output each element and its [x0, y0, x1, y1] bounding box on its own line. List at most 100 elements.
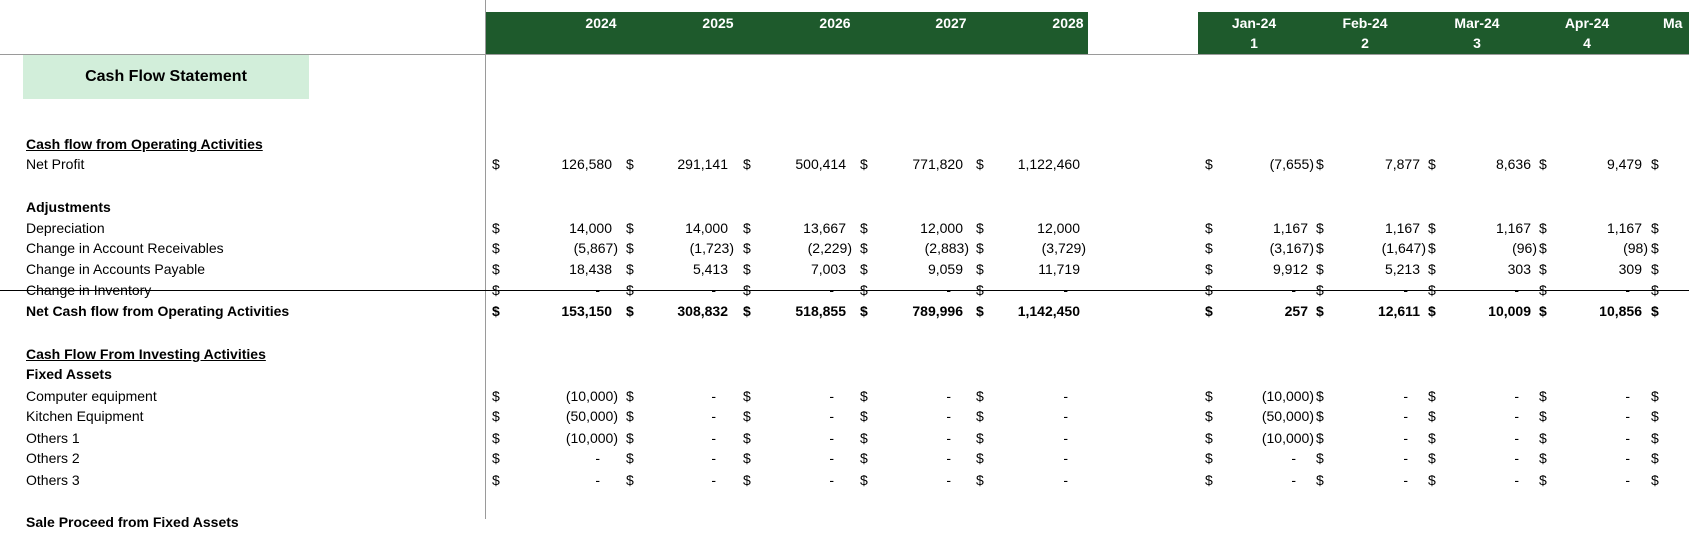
monthly-value-cell[interactable]: (3,167)	[1204, 238, 1314, 259]
annual-value-cell[interactable]: 11,719	[970, 259, 1080, 280]
annual-value-cell[interactable]: -	[958, 470, 1068, 491]
annual-value-cell[interactable]: -	[841, 406, 951, 427]
row-label[interactable]: Fixed Assets	[26, 364, 112, 385]
annual-value-cell[interactable]: -	[724, 470, 834, 491]
monthly-value-cell[interactable]: -	[1298, 280, 1408, 301]
monthly-value-cell[interactable]: 5,213	[1310, 259, 1420, 280]
row-label[interactable]: Depreciation	[26, 218, 105, 239]
annual-value-cell[interactable]: -	[841, 386, 951, 407]
annual-value-cell[interactable]: -	[606, 280, 716, 301]
annual-value-cell[interactable]: 771,820	[853, 154, 963, 175]
monthly-value-cell[interactable]: 1,167	[1532, 218, 1642, 239]
annual-value-cell[interactable]: 5,413	[618, 259, 728, 280]
monthly-value-cell[interactable]: -	[1520, 386, 1630, 407]
annual-value-cell[interactable]: 14,000	[618, 218, 728, 239]
row-label[interactable]: Change in Account Receivables	[26, 238, 224, 259]
monthly-value-cell[interactable]: -	[1520, 406, 1630, 427]
year-header-2026[interactable]: 2026	[790, 15, 880, 31]
annual-value-cell[interactable]: -	[958, 448, 1068, 469]
monthly-value-cell[interactable]: -	[1186, 280, 1296, 301]
monthly-value-cell[interactable]: -	[1409, 386, 1519, 407]
annual-value-cell[interactable]: (10,000)	[508, 386, 618, 407]
section-heading[interactable]: Cash Flow From Investing Activities	[26, 344, 266, 365]
annual-value-cell[interactable]: (2,229)	[742, 238, 852, 259]
annual-value-cell[interactable]: -	[841, 428, 951, 449]
row-label[interactable]: Others 2	[26, 448, 80, 469]
annual-value-cell[interactable]: -	[724, 448, 834, 469]
annual-value-cell[interactable]: (5,867)	[508, 238, 618, 259]
monthly-value-cell[interactable]: (1,647)	[1316, 238, 1426, 259]
row-label[interactable]: Sale Proceed from Fixed Assets	[26, 512, 239, 533]
monthly-value-cell[interactable]: (7,655)	[1204, 154, 1314, 175]
annual-value-cell[interactable]: 12,000	[853, 218, 963, 239]
monthly-value-cell[interactable]: 1,167	[1310, 218, 1420, 239]
annual-value-cell[interactable]: -	[724, 386, 834, 407]
month-header-feb[interactable]: Feb-24	[1320, 15, 1410, 31]
annual-value-cell[interactable]: 14,000	[502, 218, 612, 239]
annual-value-cell[interactable]: -	[841, 448, 951, 469]
annual-value-cell[interactable]: -	[958, 280, 1068, 301]
annual-value-cell[interactable]: -	[490, 470, 600, 491]
monthly-value-cell[interactable]: (98)	[1538, 238, 1648, 259]
section-heading[interactable]: Cash flow from Operating Activities	[26, 134, 263, 155]
monthly-value-cell[interactable]: -	[1298, 386, 1408, 407]
month-header-jan[interactable]: Jan-24	[1209, 15, 1299, 31]
annual-value-cell[interactable]: (1,723)	[624, 238, 734, 259]
annual-value-cell[interactable]: -	[841, 470, 951, 491]
monthly-value-cell[interactable]: -	[1186, 448, 1296, 469]
monthly-value-cell[interactable]: -	[1520, 428, 1630, 449]
monthly-value-cell[interactable]: -	[1520, 280, 1630, 301]
monthly-value-cell[interactable]: -	[1409, 470, 1519, 491]
annual-value-cell[interactable]: -	[958, 428, 1068, 449]
year-header-2028[interactable]: 2028	[1023, 15, 1113, 31]
annual-value-cell[interactable]: (50,000)	[508, 406, 618, 427]
monthly-value-cell[interactable]: 7,877	[1310, 154, 1420, 175]
annual-value-cell[interactable]: 518,855	[736, 301, 846, 322]
monthly-value-cell[interactable]: 9,479	[1532, 154, 1642, 175]
monthly-value-cell[interactable]: -	[1409, 428, 1519, 449]
row-label[interactable]: Change in Accounts Payable	[26, 259, 205, 280]
annual-value-cell[interactable]: -	[958, 386, 1068, 407]
monthly-value-cell[interactable]: -	[1298, 448, 1408, 469]
row-label[interactable]: Net Profit	[26, 154, 84, 175]
monthly-value-cell[interactable]: -	[1298, 470, 1408, 491]
annual-value-cell[interactable]: -	[490, 448, 600, 469]
annual-value-cell[interactable]: -	[490, 280, 600, 301]
annual-value-cell[interactable]: -	[841, 280, 951, 301]
monthly-value-cell[interactable]: (96)	[1427, 238, 1537, 259]
monthly-value-cell[interactable]: 1,167	[1198, 218, 1308, 239]
row-label[interactable]: Computer equipment	[26, 386, 157, 407]
annual-value-cell[interactable]: 18,438	[502, 259, 612, 280]
monthly-value-cell[interactable]: -	[1520, 470, 1630, 491]
monthly-value-cell[interactable]: 12,611	[1310, 301, 1420, 322]
annual-value-cell[interactable]: -	[724, 406, 834, 427]
month-header-mar[interactable]: Mar-24	[1432, 15, 1522, 31]
monthly-value-cell[interactable]: 309	[1532, 259, 1642, 280]
annual-value-cell[interactable]: -	[606, 386, 716, 407]
monthly-value-cell[interactable]: -	[1298, 428, 1408, 449]
annual-value-cell[interactable]: 12,000	[970, 218, 1080, 239]
row-label[interactable]: Adjustments	[26, 197, 111, 218]
monthly-value-cell[interactable]: -	[1409, 448, 1519, 469]
row-label[interactable]: Others 1	[26, 428, 80, 449]
annual-value-cell[interactable]: -	[724, 428, 834, 449]
monthly-value-cell[interactable]: 1,167	[1421, 218, 1531, 239]
monthly-value-cell[interactable]: 10,856	[1532, 301, 1642, 322]
monthly-value-cell[interactable]: -	[1186, 470, 1296, 491]
row-label[interactable]: Net Cash flow from Operating Activities	[26, 301, 289, 322]
annual-value-cell[interactable]: (2,883)	[859, 238, 969, 259]
monthly-value-cell[interactable]: -	[1409, 406, 1519, 427]
monthly-value-cell[interactable]: -	[1520, 448, 1630, 469]
year-header-2024[interactable]: 2024	[556, 15, 646, 31]
row-label[interactable]: Kitchen Equipment	[26, 406, 144, 427]
monthly-value-cell[interactable]: -	[1298, 406, 1408, 427]
monthly-value-cell[interactable]: 257	[1198, 301, 1308, 322]
annual-value-cell[interactable]: -	[606, 448, 716, 469]
annual-value-cell[interactable]: 291,141	[618, 154, 728, 175]
monthly-value-cell[interactable]: -	[1409, 280, 1519, 301]
annual-value-cell[interactable]: -	[958, 406, 1068, 427]
monthly-value-cell[interactable]: 8,636	[1421, 154, 1531, 175]
annual-value-cell[interactable]: 500,414	[736, 154, 846, 175]
year-header-2025[interactable]: 2025	[673, 15, 763, 31]
annual-value-cell[interactable]: 126,580	[502, 154, 612, 175]
